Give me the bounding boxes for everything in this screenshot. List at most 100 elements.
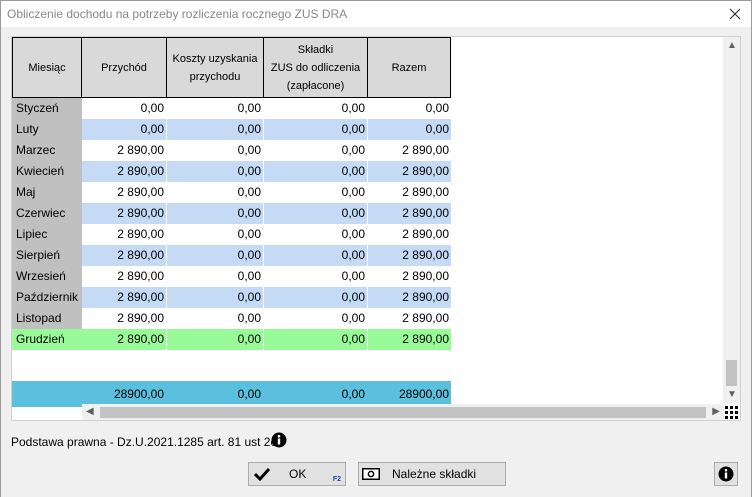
table-row[interactable]: Październik 2 890,00 0,00 0,00 2 890,00 <box>12 287 451 308</box>
header-costs[interactable]: Koszty uzyskania przychodu <box>166 37 264 98</box>
cell-total[interactable]: 2 890,00 <box>368 287 451 308</box>
scroll-right-icon[interactable]: ▶ <box>712 407 720 417</box>
cell-total[interactable]: 2 890,00 <box>368 161 451 182</box>
cell-month[interactable]: Kwiecień <box>12 161 82 182</box>
cell-month[interactable]: Wrzesień <box>12 266 82 287</box>
cell-month[interactable]: Sierpień <box>12 245 82 266</box>
table-row[interactable]: Luty 0,00 0,00 0,00 0,00 <box>12 119 451 140</box>
cell-total[interactable]: 0,00 <box>368 119 451 140</box>
table-row[interactable]: Maj 2 890,00 0,00 0,00 2 890,00 <box>12 182 451 203</box>
horizontal-scrollbar[interactable]: ◀ ▶ <box>82 404 724 420</box>
cell-contrib[interactable]: 0,00 <box>264 182 367 203</box>
header-month[interactable]: Miesiąc <box>12 37 82 98</box>
cell-total[interactable]: 2 890,00 <box>368 224 451 245</box>
table-row[interactable]: Sierpień 2 890,00 0,00 0,00 2 890,00 <box>12 245 451 266</box>
cell-income[interactable]: 2 890,00 <box>82 140 166 161</box>
cell-month[interactable]: Styczeń <box>12 98 82 119</box>
cell-income[interactable]: 2 890,00 <box>82 203 166 224</box>
monthly-income-grid[interactable]: Miesiąc Przychód Koszty uzyskania przych… <box>11 36 741 421</box>
cell-contrib[interactable]: 0,00 <box>264 224 367 245</box>
cell-total[interactable]: 2 890,00 <box>368 266 451 287</box>
cell-income[interactable]: 2 890,00 <box>82 329 166 350</box>
cell-total[interactable]: 2 890,00 <box>368 182 451 203</box>
column-chooser-button[interactable] <box>723 404 740 420</box>
cell-income[interactable]: 2 890,00 <box>82 266 166 287</box>
cell-income[interactable]: 2 890,00 <box>82 308 166 329</box>
cell-costs[interactable]: 0,00 <box>167 245 263 266</box>
cell-month[interactable]: Luty <box>12 119 82 140</box>
header-costs-line1: Koszty uzyskania <box>172 52 258 65</box>
close-button[interactable] <box>725 4 745 24</box>
cell-costs[interactable]: 0,00 <box>167 140 263 161</box>
header-contributions-label: Składki ZUS do odliczenia (zapłacone) <box>271 41 360 95</box>
cell-costs[interactable]: 0,00 <box>167 266 263 287</box>
cell-contrib[interactable]: 0,00 <box>264 161 367 182</box>
cell-income[interactable]: 2 890,00 <box>82 161 166 182</box>
dialog-window: Obliczenie dochodu na potrzeby rozliczen… <box>0 0 752 497</box>
cell-total[interactable]: 2 890,00 <box>368 203 451 224</box>
cell-total[interactable]: 2 890,00 <box>368 140 451 161</box>
cell-month[interactable]: Marzec <box>12 140 82 161</box>
cell-contrib[interactable]: 0,00 <box>264 329 367 350</box>
cell-income[interactable]: 2 890,00 <box>82 245 166 266</box>
cell-contrib[interactable]: 0,00 <box>264 203 367 224</box>
scroll-left-icon[interactable]: ◀ <box>86 407 94 417</box>
cell-contrib[interactable]: 0,00 <box>264 308 367 329</box>
header-income[interactable]: Przychód <box>81 37 167 98</box>
cell-month[interactable]: Listopad <box>12 308 82 329</box>
money-icon <box>362 468 380 480</box>
vertical-scroll-thumb[interactable] <box>726 360 737 386</box>
table-row[interactable]: Czerwiec 2 890,00 0,00 0,00 2 890,00 <box>12 203 451 224</box>
cell-total[interactable]: 2 890,00 <box>368 245 451 266</box>
table-row[interactable]: Wrzesień 2 890,00 0,00 0,00 2 890,00 <box>12 266 451 287</box>
header-contrib-line1: Składki <box>297 43 334 56</box>
cell-costs[interactable]: 0,00 <box>167 287 263 308</box>
table-row[interactable]: Listopad 2 890,00 0,00 0,00 2 890,00 <box>12 308 451 329</box>
cell-income[interactable]: 0,00 <box>82 98 166 119</box>
vertical-scrollbar[interactable]: ▲ ▼ <box>723 37 740 404</box>
due-contributions-button[interactable]: Należne składki <box>358 462 506 486</box>
cell-costs[interactable]: 0,00 <box>167 308 263 329</box>
cell-contrib[interactable]: 0,00 <box>264 266 367 287</box>
cell-costs[interactable]: 0,00 <box>167 329 263 350</box>
table-row[interactable]: Grudzień 2 890,00 0,00 0,00 2 890,00 <box>12 329 451 350</box>
scroll-down-icon[interactable]: ▼ <box>727 390 737 400</box>
scroll-up-icon[interactable]: ▲ <box>727 41 737 51</box>
cell-total[interactable]: 2 890,00 <box>368 329 451 350</box>
cell-total[interactable]: 0,00 <box>368 98 451 119</box>
cell-income[interactable]: 0,00 <box>82 119 166 140</box>
cell-costs[interactable]: 0,00 <box>167 119 263 140</box>
cell-contrib[interactable]: 0,00 <box>264 119 367 140</box>
horizontal-scroll-thumb[interactable] <box>100 407 706 418</box>
header-contributions[interactable]: Składki ZUS do odliczenia (zapłacone) <box>263 37 368 98</box>
ok-button[interactable]: OK F2 <box>248 462 346 486</box>
cell-income[interactable]: 2 890,00 <box>82 287 166 308</box>
cell-costs[interactable]: 0,00 <box>167 98 263 119</box>
cell-month[interactable]: Maj <box>12 182 82 203</box>
cell-month[interactable]: Czerwiec <box>12 203 82 224</box>
cell-income[interactable]: 2 890,00 <box>82 224 166 245</box>
cell-month[interactable]: Grudzień <box>12 329 82 350</box>
info-icon <box>718 466 734 482</box>
cell-contrib[interactable]: 0,00 <box>264 98 367 119</box>
cell-contrib[interactable]: 0,00 <box>264 140 367 161</box>
header-total[interactable]: Razem <box>367 37 451 98</box>
info-button[interactable] <box>714 462 738 486</box>
cell-total[interactable]: 2 890,00 <box>368 308 451 329</box>
table-row[interactable]: Styczeń 0,00 0,00 0,00 0,00 <box>12 98 451 119</box>
cell-costs[interactable]: 0,00 <box>167 203 263 224</box>
table-row[interactable]: Marzec 2 890,00 0,00 0,00 2 890,00 <box>12 140 451 161</box>
cell-costs[interactable]: 0,00 <box>167 224 263 245</box>
due-contributions-label: Należne składki <box>392 467 477 481</box>
cell-income[interactable]: 2 890,00 <box>82 182 166 203</box>
cell-contrib[interactable]: 0,00 <box>264 287 367 308</box>
cell-contrib[interactable]: 0,00 <box>264 245 367 266</box>
dialog-body: Miesiąc Przychód Koszty uzyskania przych… <box>1 27 751 497</box>
cell-costs[interactable]: 0,00 <box>167 161 263 182</box>
cell-costs[interactable]: 0,00 <box>167 182 263 203</box>
cell-month[interactable]: Październik <box>12 287 82 308</box>
legal-info-button[interactable] <box>271 432 287 451</box>
cell-month[interactable]: Lipiec <box>12 224 82 245</box>
table-row[interactable]: Lipiec 2 890,00 0,00 0,00 2 890,00 <box>12 224 451 245</box>
table-row[interactable]: Kwiecień 2 890,00 0,00 0,00 2 890,00 <box>12 161 451 182</box>
